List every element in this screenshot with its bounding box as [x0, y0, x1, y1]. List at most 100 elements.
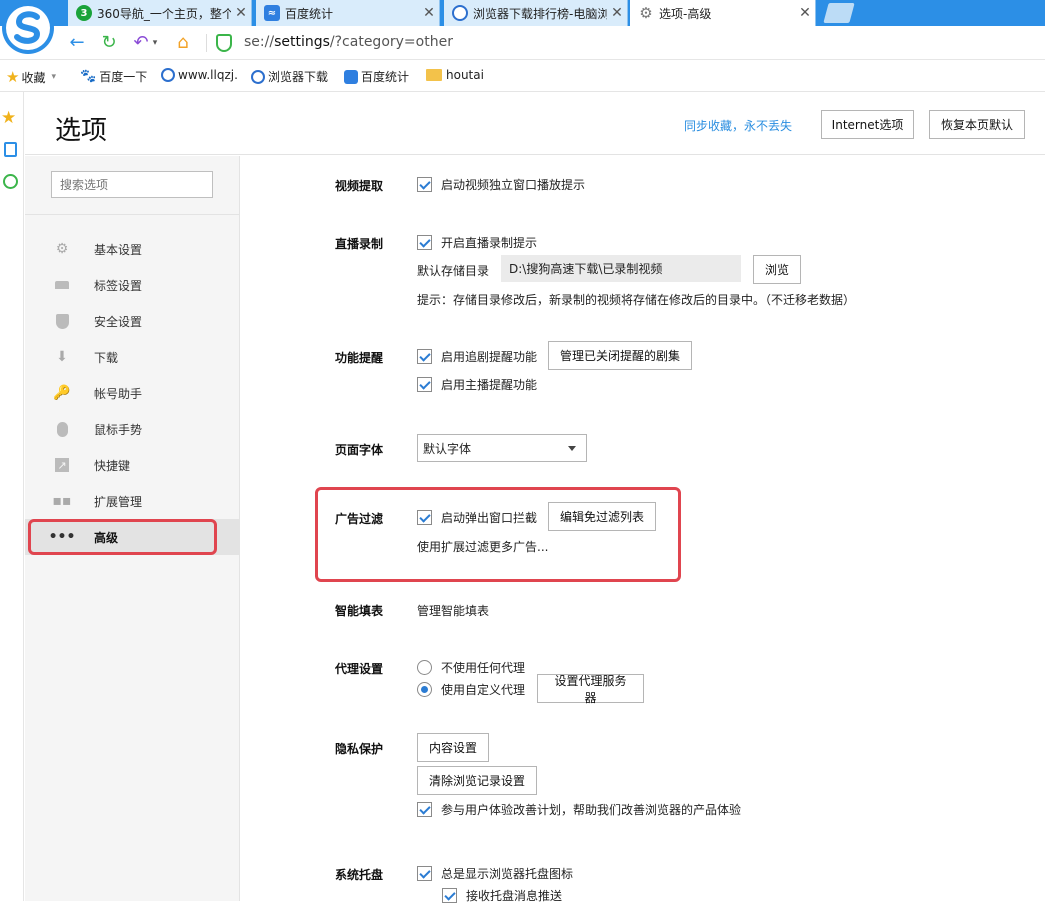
no-proxy-option[interactable]: 不使用任何代理: [417, 659, 525, 676]
search-input[interactable]: [51, 171, 213, 198]
address-bar: ← ↻ ↶ ▾ ⌂ se://settings/?category=other: [0, 26, 1045, 60]
bookmark-tongji[interactable]: 百度统计: [344, 68, 409, 85]
option-label: 参与用户体验改善计划，帮助我们改善浏览器的产品体验: [441, 803, 742, 817]
internet-options-button[interactable]: Internet选项: [821, 110, 914, 139]
extension-filter-link[interactable]: 使用扩展过滤更多广告...: [417, 538, 548, 555]
bookmark-houtai[interactable]: houtai: [426, 68, 484, 82]
star-icon: ★: [6, 68, 20, 86]
browser-tab-360[interactable]: 3 360导航_一个主页，整个 ✕: [68, 0, 252, 26]
tray-push-option[interactable]: 接收托盘消息推送: [442, 887, 562, 904]
sidebar-item-security[interactable]: 安全设置: [25, 303, 240, 339]
storage-dir-field[interactable]: D:\搜狗高速下载\已录制视频: [501, 255, 741, 282]
custom-proxy-option[interactable]: 使用自定义代理: [417, 681, 525, 698]
checkbox[interactable]: [417, 377, 432, 392]
checkbox[interactable]: [417, 349, 432, 364]
bookmark-favorites[interactable]: ★ 收藏 ▾: [6, 68, 56, 86]
llq-icon: [251, 69, 265, 84]
radio[interactable]: [417, 682, 432, 697]
live-record-option[interactable]: 开启直播录制提示: [417, 234, 537, 251]
edit-whitelist-button[interactable]: 编辑免过滤列表: [548, 502, 656, 531]
baidu-paw-icon: 🐾: [80, 69, 97, 84]
set-proxy-server-button[interactable]: 设置代理服务器: [537, 674, 644, 705]
popup-block-option[interactable]: 启动弹出窗口拦截: [417, 509, 537, 526]
sidebar-item-label: 下载: [94, 350, 119, 365]
checkbox[interactable]: [417, 802, 432, 817]
font-select[interactable]: 默认字体: [417, 434, 587, 462]
close-icon[interactable]: ✕: [607, 5, 627, 21]
section-label-privacy: 隐私保护: [335, 742, 384, 756]
option-label: 启动弹出窗口拦截: [441, 511, 538, 525]
close-icon[interactable]: ✕: [419, 5, 439, 21]
url-field[interactable]: se://settings/?category=other: [244, 34, 453, 50]
sidebar-item-label: 标签设置: [94, 278, 143, 293]
anchor-remind-option[interactable]: 启用主播提醒功能: [417, 376, 537, 393]
checkbox[interactable]: [417, 235, 432, 250]
settings-header: 选项 同步收藏，永不丢失 Internet选项 恢复本页默认: [25, 92, 1045, 155]
sidebar-item-account[interactable]: 🔑 帐号助手: [25, 375, 240, 411]
sidebar-item-extensions[interactable]: ▪▪ 扩展管理: [25, 483, 240, 519]
drama-remind-option[interactable]: 启用追剧提醒功能: [417, 348, 537, 365]
folder-icon: [426, 69, 442, 81]
url-scheme: se://: [244, 34, 275, 50]
bookmark-llq-download[interactable]: 浏览器下载: [251, 68, 328, 85]
sidebar-item-download[interactable]: ⬇ 下载: [25, 339, 240, 375]
sidebar-item-advanced[interactable]: ••• 高级: [25, 519, 240, 555]
history-clock-icon[interactable]: [3, 174, 18, 189]
tray-icon-option[interactable]: 总是显示浏览器托盘图标: [417, 865, 573, 882]
clear-history-settings-button[interactable]: 清除浏览记录设置: [417, 766, 537, 795]
sidebar-item-basic[interactable]: ⚙ 基本设置: [25, 231, 240, 267]
content-settings-button[interactable]: 内容设置: [417, 733, 489, 762]
browser-tab-settings[interactable]: ⚙ 选项-高级 ✕: [630, 0, 816, 26]
sidebar-item-tabs[interactable]: 标签设置: [25, 267, 240, 303]
url-host: settings: [274, 34, 330, 50]
restore-default-button[interactable]: 恢复本页默认: [929, 110, 1025, 139]
ux-improvement-option[interactable]: 参与用户体验改善计划，帮助我们改善浏览器的产品体验: [417, 801, 741, 818]
section-label-proxy: 代理设置: [335, 662, 384, 676]
refresh-icon[interactable]: ↻: [98, 32, 120, 54]
back-icon[interactable]: ←: [66, 32, 88, 54]
key-icon: 🔑: [53, 385, 71, 401]
option-label: 接收托盘消息推送: [466, 889, 563, 903]
option-label: 启用主播提醒功能: [441, 378, 538, 392]
option-label: 总是显示浏览器托盘图标: [441, 867, 574, 881]
sogou-logo-icon: [2, 2, 54, 54]
bookmark-baidu[interactable]: 🐾 百度一下: [80, 68, 147, 85]
star-icon[interactable]: ★: [1, 108, 16, 128]
tab-title: 浏览器下载排行榜-电脑浏: [473, 6, 607, 21]
sidebar-item-label: 基本设置: [94, 242, 143, 257]
sidebar-item-label: 高级: [94, 530, 119, 545]
baidu-tongji-icon: ≈: [264, 5, 280, 21]
close-icon[interactable]: ✕: [231, 5, 251, 21]
bookmark-label: 收藏: [21, 70, 46, 85]
manage-autofill-link[interactable]: 管理智能填表: [417, 602, 489, 619]
bookmark-label: 百度统计: [361, 70, 410, 84]
bookmark-label: 浏览器下载: [268, 70, 329, 84]
arrow-icon: ↗: [54, 457, 70, 473]
checkbox[interactable]: [417, 510, 432, 525]
video-popup-option[interactable]: 启动视频独立窗口播放提示: [417, 176, 585, 193]
radio[interactable]: [417, 660, 432, 675]
sidebar-item-shortcut[interactable]: ↗ 快捷键: [25, 447, 240, 483]
llq-icon: [452, 5, 468, 21]
chevron-down-icon[interactable]: ▾: [150, 32, 160, 54]
divider: [25, 214, 240, 215]
browse-button[interactable]: 浏览: [753, 255, 801, 284]
reader-icon[interactable]: [4, 142, 17, 157]
checkbox[interactable]: [417, 177, 432, 192]
sidebar-item-mouse-gesture[interactable]: 鼠标手势: [25, 411, 240, 447]
home-icon[interactable]: ⌂: [172, 32, 194, 54]
security-shield-icon[interactable]: [216, 34, 232, 52]
browser-tab-tongji[interactable]: ≈ 百度统计 ✕: [256, 0, 440, 26]
undo-icon[interactable]: ↶: [130, 32, 152, 54]
checkbox[interactable]: [417, 866, 432, 881]
section-label-adblock: 广告过滤: [335, 512, 384, 526]
chevron-down-icon: ▾: [51, 72, 56, 82]
sync-link[interactable]: 同步收藏，永不丢失: [684, 117, 792, 134]
gear-icon: ⚙: [639, 4, 653, 22]
new-tab-button[interactable]: [823, 3, 855, 23]
bookmark-llqzj[interactable]: www.llqzj.: [161, 68, 238, 82]
manage-closed-reminders-button[interactable]: 管理已关闭提醒的剧集: [548, 341, 692, 370]
close-icon[interactable]: ✕: [795, 5, 815, 21]
browser-tab-llq[interactable]: 浏览器下载排行榜-电脑浏 ✕: [444, 0, 628, 26]
tab-strip: 3 360导航_一个主页，整个 ✕ ≈ 百度统计 ✕ 浏览器下载排行榜-电脑浏 …: [0, 0, 1045, 26]
